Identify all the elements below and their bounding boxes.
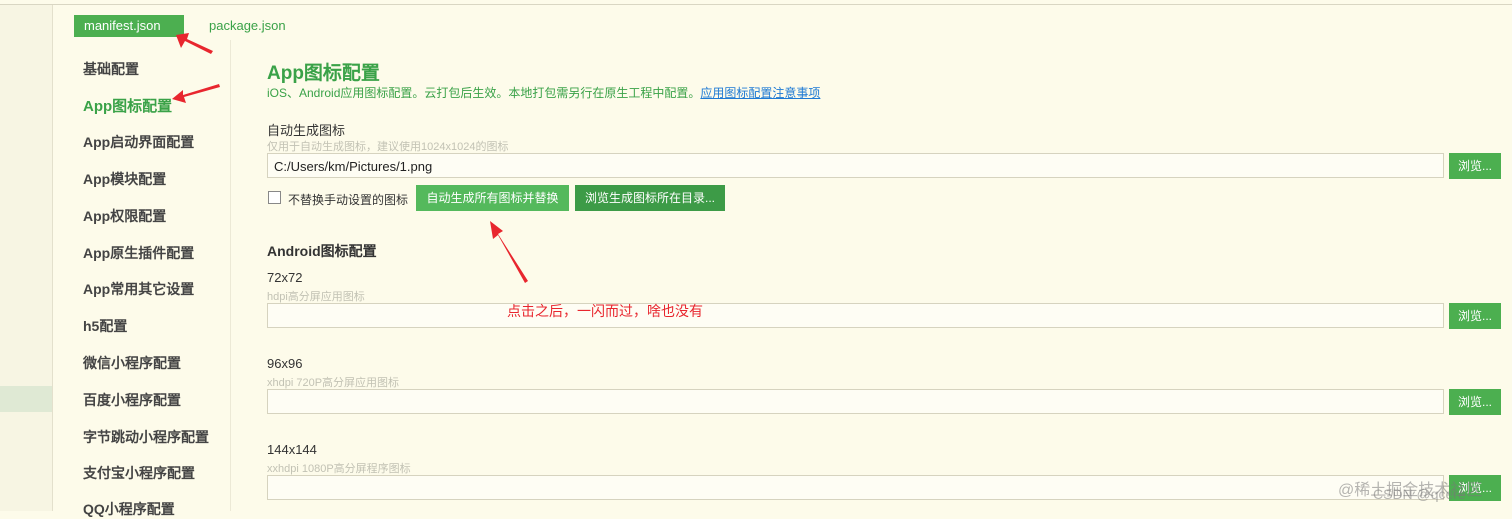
csdn-watermark: CSDN @qcere (1373, 486, 1466, 502)
arrow-to-app-icon-item (172, 84, 220, 103)
arrow-to-generate-button (490, 221, 528, 283)
annotation-arrows (172, 33, 528, 283)
arrow-to-manifest-tab (176, 33, 213, 54)
